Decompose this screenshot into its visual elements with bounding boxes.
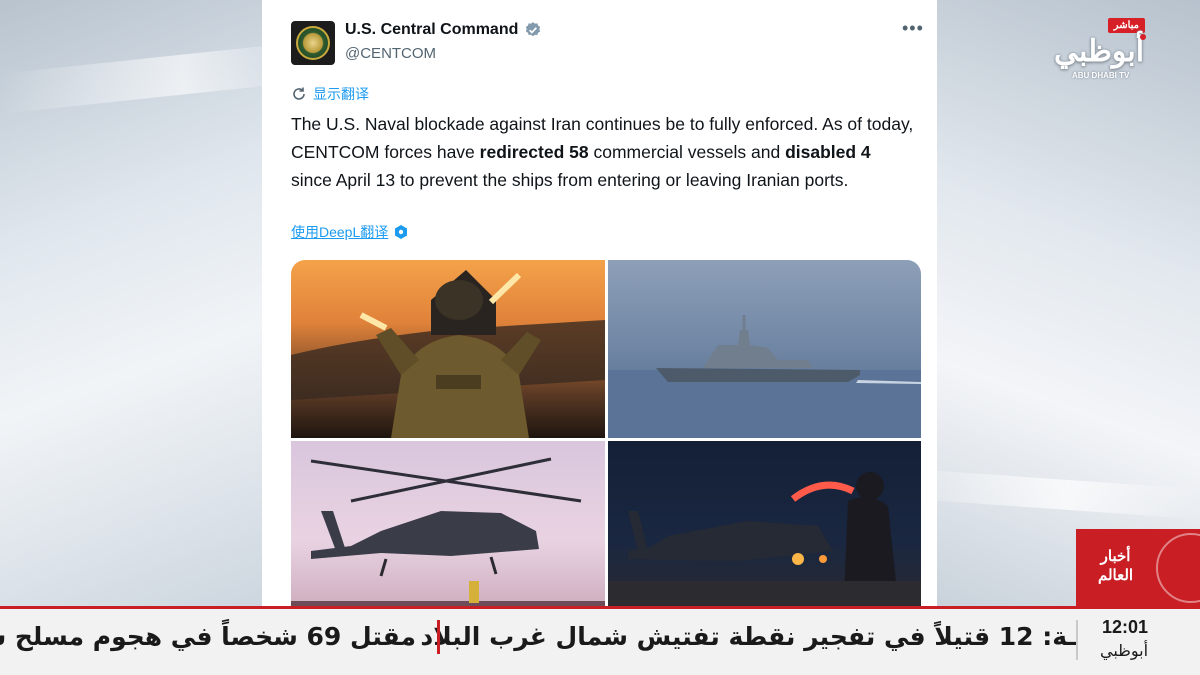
logo-dot-icon: [1140, 34, 1146, 40]
tweet-author-row: U.S. Central Command: [345, 21, 542, 39]
deepl-logo-icon: [395, 225, 408, 239]
channel-logo: مباشر أبوظبي ABU DHABI TV: [1050, 18, 1146, 82]
avatar[interactable]: [291, 21, 335, 65]
more-horizontal-icon[interactable]: •••: [902, 18, 924, 39]
ticker-strip: ـة: 12 قتيلاً في تفجير نقطة تفتيش شمال غ…: [0, 618, 1076, 663]
clock-time: 12:01: [1102, 617, 1149, 637]
news-ticker: ـة: 12 قتيلاً في تفجير نقطة تفتيش شمال غ…: [0, 606, 1200, 675]
verified-badge-icon: [526, 22, 541, 37]
live-badge: مباشر: [1107, 18, 1145, 33]
centcom-seal-icon: [296, 26, 330, 60]
clock-divider: [1076, 620, 1078, 660]
media-grid: [291, 260, 921, 606]
channel-logo-english: ABU DHABI TV: [1072, 71, 1130, 80]
photo-night-flight-deck[interactable]: [608, 441, 921, 606]
clock-box: 12:01 أبوظبي: [1076, 606, 1200, 675]
world-news-badge: أخبار العالم: [1076, 529, 1200, 607]
ticker-headline: ـة: 12 قتيلاً في تفجير نقطة تفتيش شمال غ…: [420, 622, 1076, 651]
deepl-translate-link[interactable]: 使用DeepL翻译: [291, 222, 388, 242]
tweet-text-part: commercial vessels and: [588, 142, 786, 162]
ticker-headline: مقتل 69 شخصاً في هجوم مسلح ش: [0, 622, 416, 651]
tweet-text-part: since April 13 to prevent the ships from…: [291, 170, 849, 190]
show-translation-link[interactable]: 显示翻译: [313, 84, 369, 104]
world-news-line1: أخبار: [1100, 548, 1131, 565]
tweet-text-bold: redirected 58: [479, 142, 589, 162]
tweet-body: The U.S. Naval blockade against Iran con…: [291, 110, 916, 194]
tweet-text-bold: disabled 4: [785, 142, 871, 162]
author-display-name[interactable]: U.S. Central Command: [345, 21, 518, 39]
photo-helicopter-hovering[interactable]: [291, 441, 605, 606]
photo-destroyer-at-sea[interactable]: [608, 260, 921, 438]
photo-flight-deck-crew[interactable]: [291, 260, 605, 438]
world-news-title: أخبار العالم: [1098, 547, 1133, 585]
translate-refresh-icon: [293, 87, 305, 100]
world-news-line2: العالم: [1098, 567, 1134, 584]
news-seal-icon: [1156, 533, 1200, 603]
show-translation-row[interactable]: 显示翻译: [291, 84, 369, 104]
ticker-separator: [437, 620, 440, 654]
channel-logo-arabic: أبوظبي: [1054, 35, 1145, 68]
deepl-translate-row[interactable]: 使用DeepL翻译: [291, 222, 409, 242]
tweet-card: U.S. Central Command @CENTCOM ••• 显示翻译 T…: [262, 0, 937, 606]
ticker-accent-line: [0, 606, 1200, 609]
clock-city: أبوظبي: [1100, 641, 1149, 660]
author-handle[interactable]: @CENTCOM: [345, 45, 436, 62]
